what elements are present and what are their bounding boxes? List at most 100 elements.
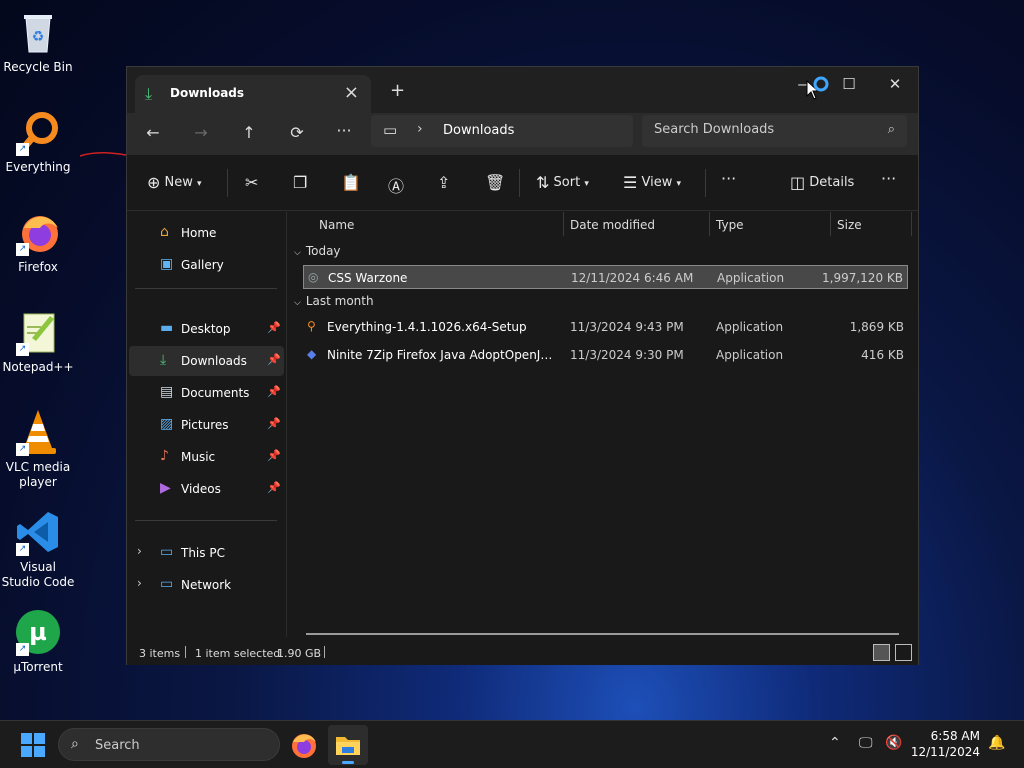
sidebar-item-home[interactable]: ⌂ Home bbox=[129, 218, 284, 248]
start-button[interactable] bbox=[21, 733, 45, 757]
view-button[interactable]: ☰ View ▾ bbox=[623, 173, 681, 192]
network-monitor-icon[interactable]: 🖵 bbox=[859, 735, 873, 751]
downloads-folder-icon: ⤓ bbox=[160, 352, 167, 368]
system-clock[interactable]: 6:58 AM 12/11/2024 bbox=[910, 728, 980, 760]
taskbar-app-firefox[interactable] bbox=[284, 725, 324, 765]
see-more-button[interactable]: ··· bbox=[332, 121, 356, 140]
notification-bell-icon[interactable]: 🔔 bbox=[988, 735, 1005, 751]
details-button[interactable]: ◫ Details bbox=[790, 173, 854, 192]
title-bar[interactable]: ⤓ Downloads × + — ☐ ✕ bbox=[127, 67, 918, 113]
sidebar-item-desktop[interactable]: ▬ Desktop 📌 bbox=[129, 314, 284, 344]
column-divider[interactable] bbox=[563, 212, 564, 236]
paste-button[interactable]: 📋 bbox=[341, 173, 361, 192]
large-icons-view-button[interactable] bbox=[895, 644, 912, 661]
tab-downloads[interactable]: ⤓ Downloads × bbox=[135, 75, 371, 113]
desktop-icon-everything[interactable]: ↗ Everything bbox=[0, 108, 76, 175]
chevron-down-icon: ▾ bbox=[197, 179, 202, 189]
more-options-button[interactable]: ··· bbox=[721, 169, 736, 188]
desktop-icon-label: VLC media player bbox=[5, 460, 71, 489]
chevron-down-icon: ⌵ bbox=[294, 248, 301, 258]
show-hidden-icons-chevron[interactable]: ⌃ bbox=[829, 735, 841, 751]
file-row[interactable]: ⚲ Everything-1.4.1.1026.x64-Setup 11/3/2… bbox=[303, 315, 908, 339]
close-tab-icon[interactable]: × bbox=[344, 82, 359, 103]
column-header-date-modified[interactable]: Date modified bbox=[570, 218, 655, 232]
search-box[interactable]: ⌕ bbox=[642, 115, 907, 147]
file-type: Application bbox=[716, 348, 784, 362]
sidebar-item-music[interactable]: ♪ Music 📌 bbox=[129, 442, 284, 472]
rename-button[interactable]: Ⓐ bbox=[388, 173, 404, 197]
folder-icon bbox=[336, 737, 360, 755]
windows-logo-tile bbox=[34, 733, 45, 744]
breadcrumb-separator[interactable]: › bbox=[417, 121, 423, 137]
desktop-icon-notepad-plus-plus[interactable]: ↗ Notepad++ bbox=[0, 308, 76, 375]
copy-button[interactable]: ❐ bbox=[293, 173, 307, 192]
column-divider[interactable] bbox=[830, 212, 831, 236]
sidebar-divider bbox=[135, 288, 277, 289]
desktop-icon-firefox[interactable]: ↗ Firefox bbox=[0, 208, 76, 275]
search-icon: ⌕ bbox=[71, 736, 79, 752]
volume-muted-icon[interactable]: 🔇 bbox=[885, 735, 902, 751]
pane-divider[interactable] bbox=[286, 212, 287, 637]
chevron-right-icon[interactable]: › bbox=[137, 544, 142, 558]
file-explorer-window[interactable]: ⤓ Downloads × + — ☐ ✕ ← → ↑ ⟳ ··· ▭ › Do… bbox=[126, 66, 919, 665]
close-window-button[interactable]: ✕ bbox=[875, 75, 915, 93]
shortcut-arrow-icon: ↗ bbox=[16, 343, 29, 356]
column-header-type[interactable]: Type bbox=[716, 218, 744, 232]
forward-button[interactable]: → bbox=[189, 123, 213, 142]
pin-icon[interactable]: 📌 bbox=[267, 449, 281, 462]
up-button[interactable]: ↑ bbox=[237, 123, 261, 142]
new-button[interactable]: ⊕ New ▾ bbox=[147, 173, 202, 192]
recycle-bin-icon: ♻ bbox=[14, 8, 62, 56]
desktop-icon-utorrent[interactable]: µ ↗ µTorrent bbox=[0, 608, 76, 675]
search-icon[interactable]: ⌕ bbox=[888, 122, 895, 137]
share-button[interactable]: ⇪ bbox=[437, 173, 450, 192]
column-header-size[interactable]: Size bbox=[837, 218, 862, 232]
column-divider[interactable] bbox=[911, 212, 912, 236]
search-input[interactable] bbox=[654, 122, 864, 137]
desktop-icon-vscode[interactable]: ↗ Visual Studio Code bbox=[0, 508, 76, 590]
breadcrumb-downloads[interactable]: Downloads bbox=[443, 123, 514, 138]
address-bar[interactable]: ▭ › Downloads bbox=[371, 115, 633, 147]
item-count: 3 items bbox=[139, 647, 181, 660]
group-header-last-month[interactable]: ⌵ Last month bbox=[294, 294, 374, 308]
column-header-name[interactable]: Name bbox=[319, 218, 354, 232]
desktop-icon-vlc[interactable]: ↗ VLC media player bbox=[0, 408, 76, 490]
sidebar-item-pictures[interactable]: ▨ Pictures 📌 bbox=[129, 410, 284, 440]
refresh-button[interactable]: ⟳ bbox=[285, 123, 309, 142]
pin-icon[interactable]: 📌 bbox=[267, 417, 281, 430]
taskbar-search-box[interactable]: ⌕ Search bbox=[58, 728, 280, 761]
sidebar-item-gallery[interactable]: ▣ Gallery bbox=[129, 250, 284, 280]
file-row[interactable]: ◆ Ninite 7Zip Firefox Java AdoptOpenJDK … bbox=[303, 343, 908, 367]
taskbar-search-label: Search bbox=[95, 738, 140, 753]
chevron-right-icon[interactable]: › bbox=[137, 576, 142, 590]
back-button[interactable]: ← bbox=[141, 123, 165, 142]
desktop-icon-recycle-bin[interactable]: ♻ Recycle Bin bbox=[0, 8, 76, 75]
cut-button[interactable]: ✂ bbox=[245, 173, 258, 192]
details-more-button[interactable]: ··· bbox=[881, 169, 896, 188]
sidebar-item-this-pc[interactable]: › ▭ This PC bbox=[129, 538, 284, 568]
pin-icon[interactable]: 📌 bbox=[267, 321, 281, 334]
column-divider[interactable] bbox=[709, 212, 710, 236]
documents-folder-icon: ▤ bbox=[160, 384, 174, 400]
maximize-button[interactable]: ☐ bbox=[829, 75, 869, 93]
file-name: CSS Warzone bbox=[328, 271, 408, 285]
group-header-today[interactable]: ⌵ Today bbox=[294, 244, 341, 258]
vlc-cone-icon: ↗ bbox=[14, 408, 62, 456]
pin-icon[interactable]: 📌 bbox=[267, 481, 281, 494]
sidebar-item-network[interactable]: › ▭ Network bbox=[129, 570, 284, 600]
new-label: New bbox=[164, 175, 193, 190]
svg-text:♻: ♻ bbox=[32, 29, 45, 45]
sidebar-item-documents[interactable]: ▤ Documents 📌 bbox=[129, 378, 284, 408]
sidebar-item-videos[interactable]: ▶ Videos 📌 bbox=[129, 474, 284, 504]
sidebar-item-downloads[interactable]: ⤓ Downloads 📌 bbox=[129, 346, 284, 376]
view-list-icon: ☰ bbox=[623, 173, 638, 192]
pin-icon[interactable]: 📌 bbox=[267, 385, 281, 398]
new-tab-button[interactable]: + bbox=[390, 80, 405, 101]
pin-icon[interactable]: 📌 bbox=[267, 353, 281, 366]
horizontal-scrollbar[interactable] bbox=[306, 633, 899, 635]
taskbar-app-file-explorer[interactable] bbox=[328, 725, 368, 765]
details-view-button[interactable] bbox=[873, 644, 890, 661]
file-row[interactable]: ◎ CSS Warzone 12/11/2024 6:46 AM Applica… bbox=[303, 265, 908, 289]
delete-button[interactable]: 🗑 bbox=[485, 173, 505, 192]
sort-button[interactable]: ⇅ Sort ▾ bbox=[536, 173, 589, 192]
